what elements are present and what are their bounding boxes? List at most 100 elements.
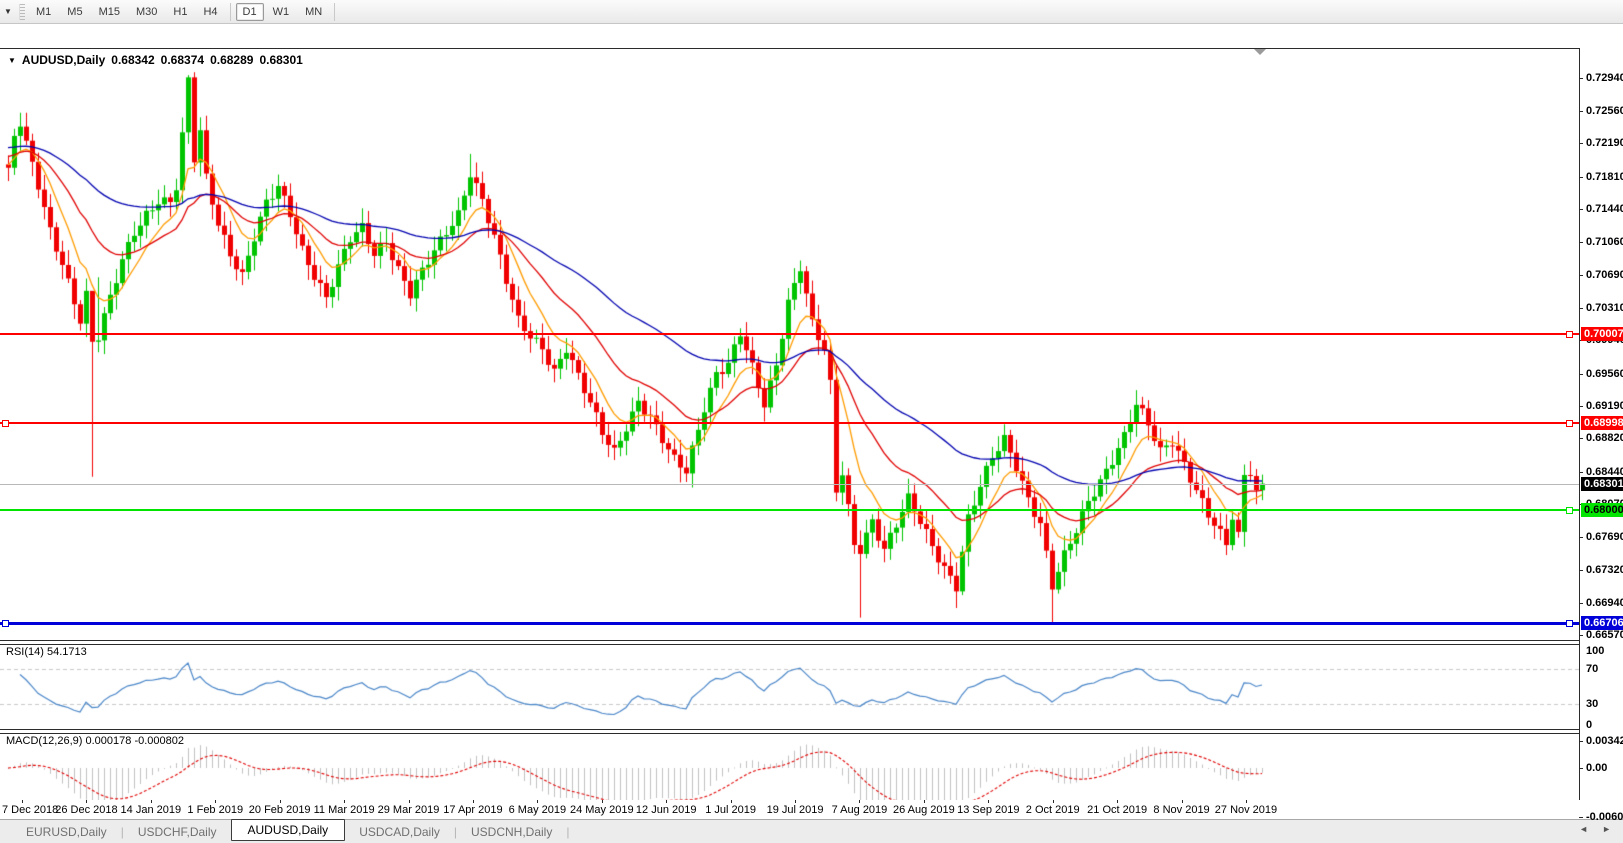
price-axis-tick — [1579, 111, 1583, 112]
price-axis-label: 0.68820 — [1586, 432, 1623, 444]
timeframe-button-h1[interactable]: H1 — [166, 3, 194, 21]
timeframe-button-m5[interactable]: M5 — [60, 3, 89, 21]
price-level-tag: 0.66706 — [1581, 616, 1623, 630]
line-end-marker[interactable] — [1566, 620, 1573, 627]
price-axis-label: 0.71810 — [1586, 171, 1623, 183]
rsi-axis-label: 100 — [1586, 645, 1604, 657]
price-axis-tick — [1579, 275, 1583, 276]
rsi-label: RSI(14) 54.1713 — [6, 646, 87, 658]
time-axis-label: 17 Apr 2019 — [443, 804, 502, 816]
macd-axis-tick — [1579, 817, 1583, 818]
price-axis-tick — [1579, 472, 1583, 473]
price-level-tag: 0.68998 — [1581, 416, 1623, 430]
chart-tab-usdcnh[interactable]: USDCNH,Daily — [457, 823, 566, 841]
macd-main-value: 0.000178 — [85, 735, 131, 747]
price-axis-tick — [1579, 209, 1583, 210]
tab-scroll-right-icon[interactable]: ► — [1602, 824, 1611, 834]
time-axis-label: 1 Feb 2019 — [187, 804, 243, 816]
horizontal-level-line[interactable] — [0, 509, 1579, 511]
timeframe-button-h4[interactable]: H4 — [196, 3, 224, 21]
price-axis-label: 0.70690 — [1586, 269, 1623, 281]
line-end-marker[interactable] — [2, 420, 9, 427]
time-axis-label: 29 Mar 2019 — [378, 804, 440, 816]
time-axis-label: 12 Jun 2019 — [636, 804, 697, 816]
line-end-marker[interactable] — [1566, 331, 1573, 338]
timeframe-button-d1[interactable]: D1 — [236, 3, 264, 21]
price-axis-tick — [1579, 438, 1583, 439]
macd-axis-label: -0.006069 — [1586, 811, 1623, 823]
time-axis-tick — [795, 800, 796, 803]
rsi-axis-label: 0 — [1586, 719, 1592, 731]
line-end-marker[interactable] — [1566, 507, 1573, 514]
rsi-axis-label: 30 — [1586, 698, 1598, 710]
timeframe-button-mn[interactable]: MN — [298, 3, 329, 21]
price-axis-label: 0.71060 — [1586, 236, 1623, 248]
toolbar-grip-handle[interactable] — [19, 4, 25, 20]
macd-axis-tick — [1579, 741, 1583, 742]
time-axis-tick — [666, 800, 667, 803]
price-level-tag: 0.68000 — [1581, 503, 1623, 517]
chart-collapse-icon[interactable]: ▼ — [8, 56, 16, 65]
macd-axis-label: 0.00 — [1586, 762, 1607, 774]
time-axis-label: 19 Jul 2019 — [767, 804, 824, 816]
time-axis-label: 20 Feb 2019 — [249, 804, 311, 816]
price-axis-tick — [1579, 603, 1583, 604]
time-axis-label: 1 Jul 2019 — [705, 804, 756, 816]
price-axis-label: 0.69190 — [1586, 400, 1623, 412]
line-end-marker[interactable] — [2, 620, 9, 627]
chart-title: ▼ AUDUSD,Daily 0.68342 0.68374 0.68289 0… — [8, 53, 303, 67]
price-axis-tick — [1579, 242, 1583, 243]
price-axis-label: 0.70310 — [1586, 302, 1623, 314]
time-axis-label: 14 Jan 2019 — [121, 804, 182, 816]
price-chart-canvas[interactable] — [0, 48, 1579, 640]
tab-separator: | — [566, 825, 569, 839]
time-axis[interactable]: 7 Dec 201826 Dec 201814 Jan 20191 Feb 20… — [0, 800, 1623, 819]
time-axis-tick — [602, 800, 603, 803]
timeframe-button-w1[interactable]: W1 — [266, 3, 297, 21]
price-axis-label: 0.67320 — [1586, 564, 1623, 576]
price-axis-label: 0.72560 — [1586, 105, 1623, 117]
time-axis-label: 26 Dec 2018 — [55, 804, 117, 816]
main-panel-bottom-border — [0, 640, 1580, 641]
time-axis-label: 7 Aug 2019 — [832, 804, 888, 816]
macd-axis-tick — [1579, 768, 1583, 769]
line-end-marker[interactable] — [1566, 420, 1573, 427]
chart-tab-usdchf[interactable]: USDCHF,Daily — [124, 823, 231, 841]
tab-scroll-left-icon[interactable]: ◄ — [1579, 824, 1588, 834]
time-axis-label: 6 May 2019 — [509, 804, 566, 816]
horizontal-level-line[interactable] — [0, 333, 1579, 335]
timeframe-toolbar: ▼ M1M5M15M30H1H4 D1W1MN — [0, 0, 1623, 24]
time-axis-label: 2 Oct 2019 — [1026, 804, 1080, 816]
time-axis-tick — [731, 800, 732, 803]
timeframe-button-m15[interactable]: M15 — [92, 3, 127, 21]
price-axis-label: 0.66570 — [1586, 629, 1623, 641]
toolbar-separator — [230, 3, 231, 21]
time-axis-tick — [924, 800, 925, 803]
price-axis-tick — [1579, 570, 1583, 571]
price-axis-tick — [1579, 308, 1583, 309]
price-axis-label: 0.72190 — [1586, 137, 1623, 149]
chart-tab-audusd[interactable]: AUDUSD,Daily — [231, 819, 346, 841]
ohlc-low: 0.68289 — [210, 53, 253, 67]
timeframe-button-m30[interactable]: M30 — [129, 3, 164, 21]
chart-tab-eurusd[interactable]: EURUSD,Daily — [12, 823, 121, 841]
horizontal-level-line[interactable] — [0, 622, 1579, 625]
chart-tab-usdcad[interactable]: USDCAD,Daily — [345, 823, 454, 841]
time-axis-tick — [409, 800, 410, 803]
price-axis-tick — [1579, 177, 1583, 178]
horizontal-level-line[interactable] — [0, 422, 1579, 424]
price-axis-label: 0.67690 — [1586, 531, 1623, 543]
time-axis-tick — [280, 800, 281, 803]
time-axis-label: 8 Nov 2019 — [1153, 804, 1209, 816]
time-axis-label: 11 Mar 2019 — [314, 804, 375, 816]
rsi-indicator-canvas[interactable] — [0, 644, 1579, 729]
toolbar-dropdown-icon[interactable]: ▼ — [0, 7, 16, 16]
time-axis-tick — [1117, 800, 1118, 803]
ohlc-open: 0.68342 — [111, 53, 154, 67]
time-axis-tick — [1182, 800, 1183, 803]
macd-axis-label: 0.003421 — [1586, 735, 1623, 747]
time-axis-tick — [344, 800, 345, 803]
timeframe-button-m1[interactable]: M1 — [29, 3, 58, 21]
scroll-position-indicator[interactable] — [1254, 49, 1266, 55]
current-price-line — [0, 484, 1579, 485]
